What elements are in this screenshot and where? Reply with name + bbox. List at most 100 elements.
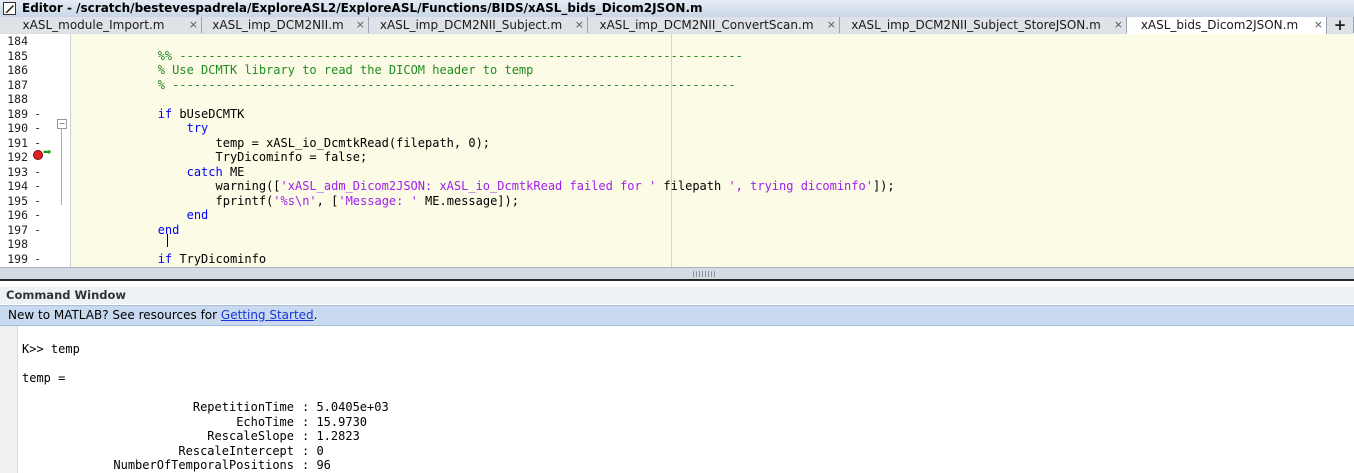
field-name: RepetitionTime <box>192 400 294 414</box>
line-number: 192 <box>7 150 28 164</box>
close-icon[interactable]: × <box>1314 17 1323 33</box>
code-line[interactable]: 184 <box>0 34 1354 49</box>
code-line[interactable]: 195- fprintf('%s\n', ['Message: ' ME.mes… <box>0 194 1354 209</box>
field-value: : 0 <box>302 443 324 458</box>
tab-xasl-imp-dcm2nii-subject[interactable]: xASL_imp_DCM2NII_Subject.m × <box>369 17 588 33</box>
line-number: 187 <box>7 77 28 92</box>
code-line[interactable]: 199- if TryDicominfo <box>0 252 1354 267</box>
line-number: 199 <box>7 251 28 266</box>
field-name: RescaleSlope <box>207 429 294 443</box>
command-window-gutter <box>0 326 18 473</box>
tab-xasl-imp-dcm2nii[interactable]: xASL_imp_DCM2NII.m × <box>202 17 369 33</box>
field-name: RescaleIntercept <box>178 443 294 458</box>
tab-label: xASL_imp_DCM2NII_Subject_StoreJSON.m <box>851 18 1101 32</box>
tab-xasl-module-import[interactable]: xASL_module_Import.m × <box>0 17 202 33</box>
tab-label: xASL_imp_DCM2NII.m <box>212 18 344 32</box>
tab-label: xASL_imp_DCM2NII_Subject.m <box>379 18 563 32</box>
add-tab-button[interactable]: + <box>1327 17 1354 33</box>
code-text: % Use DCMTK library to read the DICOM he… <box>157 63 534 77</box>
executable-line-marker[interactable]: - <box>34 179 41 194</box>
getting-started-link[interactable]: Getting Started <box>221 308 314 322</box>
fold-range-line <box>61 129 62 205</box>
matlab-editor-icon <box>3 2 16 15</box>
code-text: end <box>186 208 209 222</box>
code-text: warning(['xASL_adm_Dicom2JSON: xASL_io_D… <box>71 179 895 193</box>
variable-header: temp = <box>22 371 66 385</box>
line-number: 190 <box>7 121 28 135</box>
drag-handle-icon[interactable] <box>693 271 717 277</box>
close-icon[interactable]: × <box>575 17 584 33</box>
breakpoint-icon[interactable] <box>33 150 43 160</box>
pane-splitter[interactable] <box>0 267 1354 281</box>
line-number: 198 <box>7 237 28 251</box>
code-line[interactable]: 196- end <box>0 208 1354 223</box>
code-line[interactable]: 191- temp = xASL_io_DcmtkRead(filepath, … <box>0 136 1354 151</box>
executable-line-marker[interactable]: - <box>34 121 41 136</box>
line-number: 184 <box>7 34 28 48</box>
code-line[interactable]: 192 TryDicominfo = false; <box>0 150 1354 165</box>
code-text: TryDicominfo = false; <box>71 150 368 164</box>
line-number: 196 <box>7 208 28 222</box>
code-line[interactable]: 186 % Use DCMTK library to read the DICO… <box>0 63 1354 78</box>
code-editor[interactable]: 184 185 %% ------------------------------… <box>0 34 1354 267</box>
executable-line-marker[interactable]: - <box>34 136 41 151</box>
line-number: 197 <box>7 222 28 237</box>
text-cursor <box>167 234 168 247</box>
code-text: if bUseDCMTK <box>157 106 245 121</box>
line-number: 186 <box>7 63 28 77</box>
command-window-header: Command Window <box>0 287 1354 304</box>
fold-collapse-icon[interactable]: − <box>57 119 67 129</box>
close-icon[interactable]: × <box>189 17 198 33</box>
code-text: end <box>157 222 180 237</box>
executable-line-marker[interactable]: - <box>34 107 41 122</box>
code-line[interactable]: 198 <box>0 237 1354 252</box>
window-title: Editor - /scratch/bestevespadrela/Explor… <box>22 1 703 15</box>
field-value: : 5.0405e+03 <box>302 400 389 414</box>
code-text: try <box>186 121 209 135</box>
field-value: : 15.9730 <box>302 414 368 429</box>
close-icon[interactable]: × <box>827 17 836 33</box>
code-text: catch ME <box>186 164 245 179</box>
code-text: temp = xASL_io_DcmtkRead(filepath, 0); <box>71 135 491 150</box>
tab-label: xASL_bids_Dicom2JSON.m <box>1140 18 1299 32</box>
editor-tab-bar: xASL_module_Import.m × xASL_imp_DCM2NII.… <box>0 17 1354 35</box>
code-text: %% -------------------------------------… <box>157 48 743 63</box>
executable-line-marker[interactable]: - <box>34 194 41 209</box>
executable-line-marker[interactable]: - <box>34 208 41 223</box>
info-bar: New to MATLAB? See resources for Getting… <box>0 305 1354 326</box>
tab-xasl-imp-dcm2nii-subject-storejson[interactable]: xASL_imp_DCM2NII_Subject_StoreJSON.m × <box>840 17 1127 33</box>
field-name: NumberOfTemporalPositions <box>113 458 294 472</box>
line-number: 194 <box>7 179 28 193</box>
close-icon[interactable]: × <box>356 17 365 33</box>
tab-label: xASL_module_Import.m <box>22 18 165 32</box>
code-line[interactable]: 188 <box>0 92 1354 107</box>
info-text: New to MATLAB? See resources for Getting… <box>8 308 318 322</box>
executable-line-marker[interactable]: - <box>34 223 41 238</box>
line-number: 188 <box>7 92 28 106</box>
code-line[interactable]: 185 %% ---------------------------------… <box>0 49 1354 64</box>
line-number: 189 <box>7 106 28 121</box>
code-line[interactable]: 194- warning(['xASL_adm_Dicom2JSON: xASL… <box>0 179 1354 194</box>
window-title-bar: Editor - /scratch/bestevespadrela/Explor… <box>0 0 1354 18</box>
field-value: : 1.2823 <box>302 429 360 443</box>
execution-arrow-icon: ➡ <box>43 147 52 158</box>
field-name: EchoTime <box>236 414 294 429</box>
code-line[interactable]: 193- catch ME <box>0 165 1354 180</box>
code-line[interactable]: 189- if bUseDCMTK <box>0 107 1354 122</box>
command-window-title: Command Window <box>6 288 127 302</box>
field-value: : 96 <box>302 458 331 472</box>
executable-line-marker[interactable]: - <box>34 165 41 180</box>
code-text: fprintf('%s\n', ['Message: ' ME.message]… <box>71 193 519 208</box>
code-line[interactable]: 187 % ----------------------------------… <box>0 78 1354 93</box>
executable-line-marker[interactable]: - <box>34 252 41 267</box>
line-number: 185 <box>7 48 28 63</box>
tab-xasl-imp-dcm2nii-convertscan[interactable]: xASL_imp_DCM2NII_ConvertScan.m × <box>588 17 840 33</box>
tab-xasl-bids-dicom2json[interactable]: xASL_bids_Dicom2JSON.m × <box>1127 17 1327 34</box>
tab-label: xASL_imp_DCM2NII_ConvertScan.m <box>599 18 814 32</box>
code-line[interactable]: 197- end <box>0 223 1354 238</box>
close-icon[interactable]: × <box>1114 17 1123 33</box>
code-text: if TryDicominfo <box>157 251 267 266</box>
line-number: 191 <box>7 135 28 150</box>
command-window-output[interactable]: K>> temp temp = RepetitionTime : 5.0405e… <box>0 326 1354 473</box>
code-line[interactable]: 190- try <box>0 121 1354 136</box>
